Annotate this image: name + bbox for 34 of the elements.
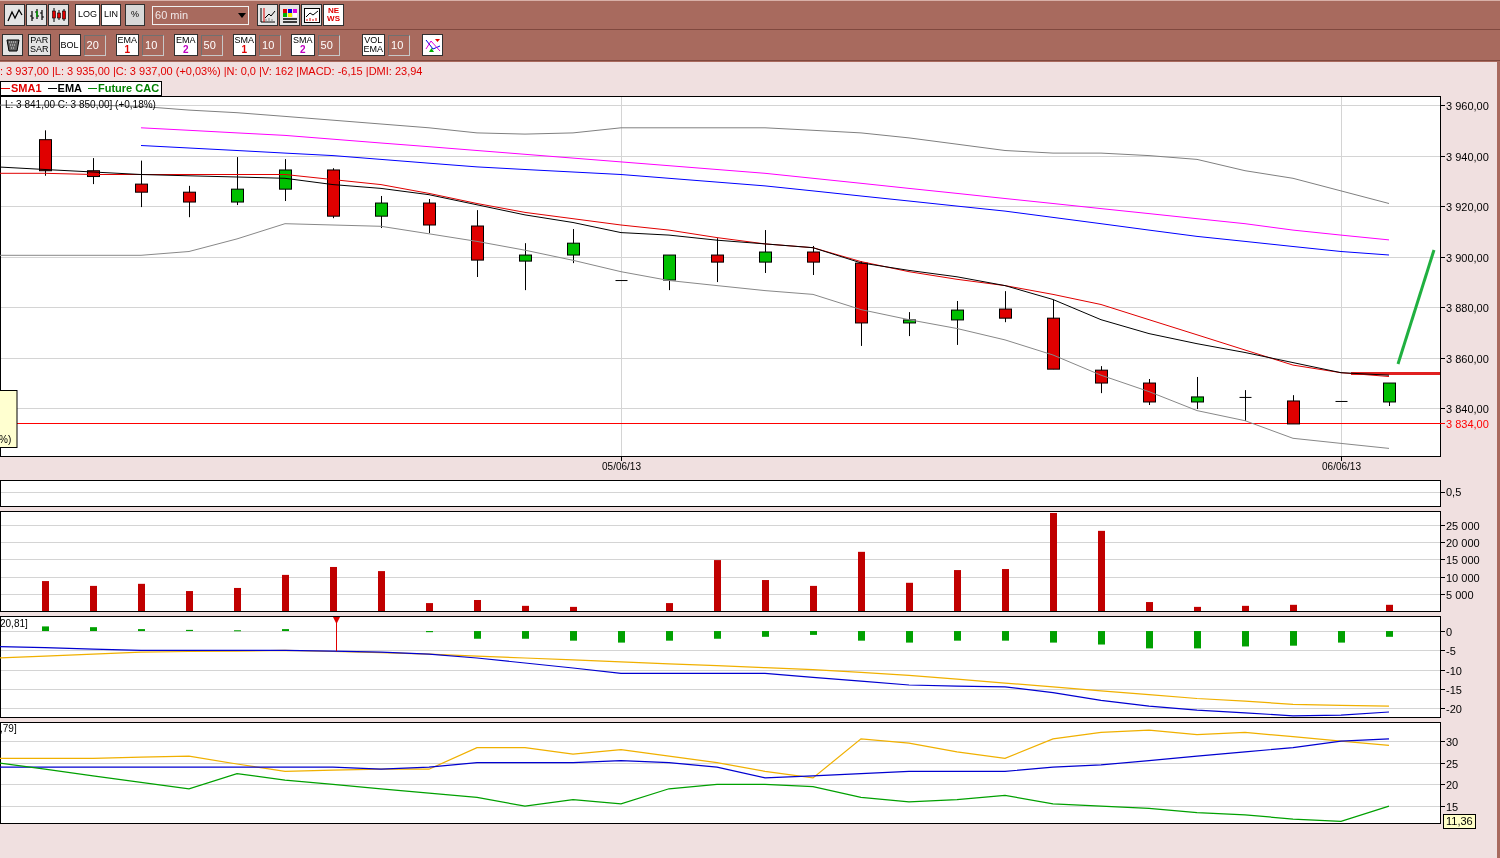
axis-label: 10 000 [1446, 571, 1480, 584]
tooltip: %) [0, 390, 18, 448]
axis-label: -10 [1446, 664, 1462, 677]
quote-info: : 3 937,00 |L: 3 935,00 |C: 3 937,00 (+0,03%) |N: 0,0 |V: 162 |MACD: -6,15 |DMI: 23,94 [0, 65, 424, 78]
axis-label: 0,5 [1446, 486, 1462, 498]
axis-label: -15 [1446, 683, 1462, 696]
axis-label: 15 [1446, 800, 1459, 813]
axis-label: 3 960,00 [1446, 99, 1489, 112]
axis-label: 30 [1446, 735, 1459, 748]
axis-label: 20 [1446, 778, 1459, 791]
legend-label: EMA [57, 82, 82, 95]
value-tag: 11,36 [1443, 814, 1476, 829]
axis-label: 20 000 [1446, 536, 1480, 549]
axis-label: 3 860,00 [1446, 352, 1489, 365]
price-label: 3 834,00 [1446, 417, 1489, 430]
axis-label: 25 [1446, 757, 1459, 770]
ohlc-readout: L: 3 841,00 C: 3 850,00] (+0,18%) [5, 99, 156, 110]
date-label: 06/06/13 [1322, 461, 1361, 472]
axis-label: 3 880,00 [1446, 301, 1489, 314]
legend-label: Future CAC [98, 82, 160, 95]
axis-label: -20 [1446, 702, 1462, 715]
date-label: 05/06/13 [602, 461, 641, 472]
axis-label: 15 000 [1446, 553, 1480, 566]
axis-label: 25 000 [1446, 519, 1480, 532]
axis-label: 3 920,00 [1446, 200, 1489, 213]
indicator-readout: 20,81] [0, 618, 28, 629]
legend-label: SMA1 [11, 82, 42, 95]
axis-label: 5 000 [1446, 588, 1474, 601]
axis-label: -5 [1446, 644, 1456, 657]
indicator-readout: ,79] [0, 723, 17, 734]
axis-label: 3 940,00 [1446, 150, 1489, 163]
axis-label: 3 900,00 [1446, 251, 1489, 264]
axis-label: 3 840,00 [1446, 402, 1489, 415]
axis-label: 0 [1446, 625, 1453, 638]
